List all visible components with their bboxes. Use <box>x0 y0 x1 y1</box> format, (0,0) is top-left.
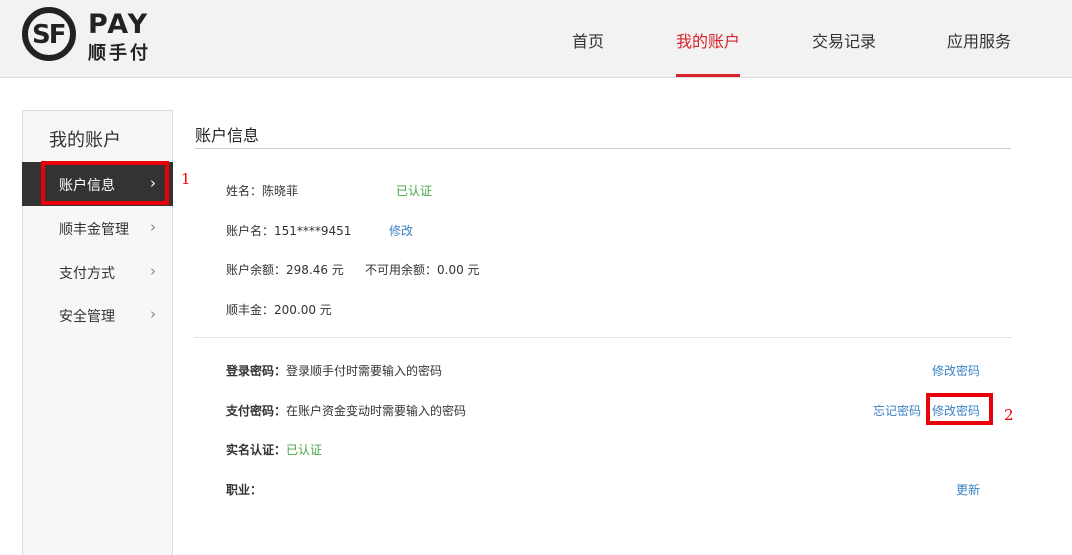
realname-verified-badge: 已认证 <box>286 443 323 457</box>
sidebar-item-label: 安全管理 <box>59 309 115 325</box>
realname-label: 实名认证： <box>226 443 287 457</box>
job-label: 职业： <box>226 483 263 497</box>
annotation-number-2: 2 <box>1004 406 1014 424</box>
nav-active-underline <box>676 74 740 77</box>
chevron-right-icon: › <box>150 305 156 323</box>
nav-my-account[interactable]: 我的账户 <box>676 28 740 52</box>
title-divider <box>195 148 1011 149</box>
account-name-label: 账户名：151****9451 <box>226 224 352 238</box>
name-verified-badge: 已认证 <box>396 184 433 198</box>
pay-password-label: 支付密码： <box>226 404 287 418</box>
sidebar-item-label: 账户信息 <box>59 178 115 194</box>
chevron-right-icon: › <box>150 218 156 236</box>
update-job-link[interactable]: 更新 <box>956 481 980 498</box>
name-label: 姓名：陈晓菲 <box>226 184 299 198</box>
sf-pay-logo[interactable]: SF PAY 顺手付 <box>20 5 190 71</box>
nav-transactions[interactable]: 交易记录 <box>812 28 876 52</box>
logo-pay-text: PAY <box>88 9 150 40</box>
section-divider <box>195 337 1011 338</box>
nav-home[interactable]: 首页 <box>572 28 604 52</box>
sf-logo-icon: SF <box>22 7 76 61</box>
login-password-desc: 登录顺手付时需要输入的密码 <box>286 364 443 378</box>
logo-cn-text: 顺手付 <box>88 43 151 64</box>
logo-mark: SF <box>32 20 66 50</box>
sidebar-item-account-info[interactable]: 账户信息 › <box>22 162 173 206</box>
chevron-right-icon: › <box>150 174 156 192</box>
top-header: SF PAY 顺手付 首页 我的账户 交易记录 应用服务 <box>0 0 1072 78</box>
edit-account-link[interactable]: 修改 <box>389 222 413 239</box>
page-title: 账户信息 <box>195 126 260 145</box>
unavailable-balance-label: 不可用余额：0.00 元 <box>365 263 480 277</box>
login-password-label: 登录密码： <box>226 364 287 378</box>
sidebar-item-label: 顺丰金管理 <box>59 222 129 238</box>
forgot-pay-password-link[interactable]: 忘记密码 <box>873 402 921 419</box>
sf-gold-label: 顺丰金：200.00 元 <box>226 303 332 317</box>
sidebar-item-sf-gold[interactable]: 顺丰金管理 › <box>22 206 173 250</box>
change-login-password-link[interactable]: 修改密码 <box>932 362 980 379</box>
pay-password-row: 支付密码：在账户资金变动时需要输入的密码 <box>226 402 466 419</box>
sidebar: 我的账户 账户信息 › 顺丰金管理 › 支付方式 › 安全管理 › <box>22 110 173 555</box>
annotation-number-1: 1 <box>181 170 191 188</box>
pay-password-desc: 在账户资金变动时需要输入的密码 <box>286 404 467 418</box>
realname-row: 实名认证：已认证 <box>226 441 322 458</box>
nav-app-services[interactable]: 应用服务 <box>947 28 1011 52</box>
chevron-right-icon: › <box>150 262 156 280</box>
sidebar-item-security[interactable]: 安全管理 › <box>22 293 173 337</box>
sidebar-item-label: 支付方式 <box>59 266 115 282</box>
sidebar-item-payment-methods[interactable]: 支付方式 › <box>22 250 173 294</box>
change-pay-password-link[interactable]: 修改密码 <box>932 402 980 419</box>
login-password-row: 登录密码：登录顺手付时需要输入的密码 <box>226 362 442 379</box>
balance-label: 账户余额：298.46 元 <box>226 263 344 277</box>
sidebar-title: 我的账户 <box>49 130 121 151</box>
